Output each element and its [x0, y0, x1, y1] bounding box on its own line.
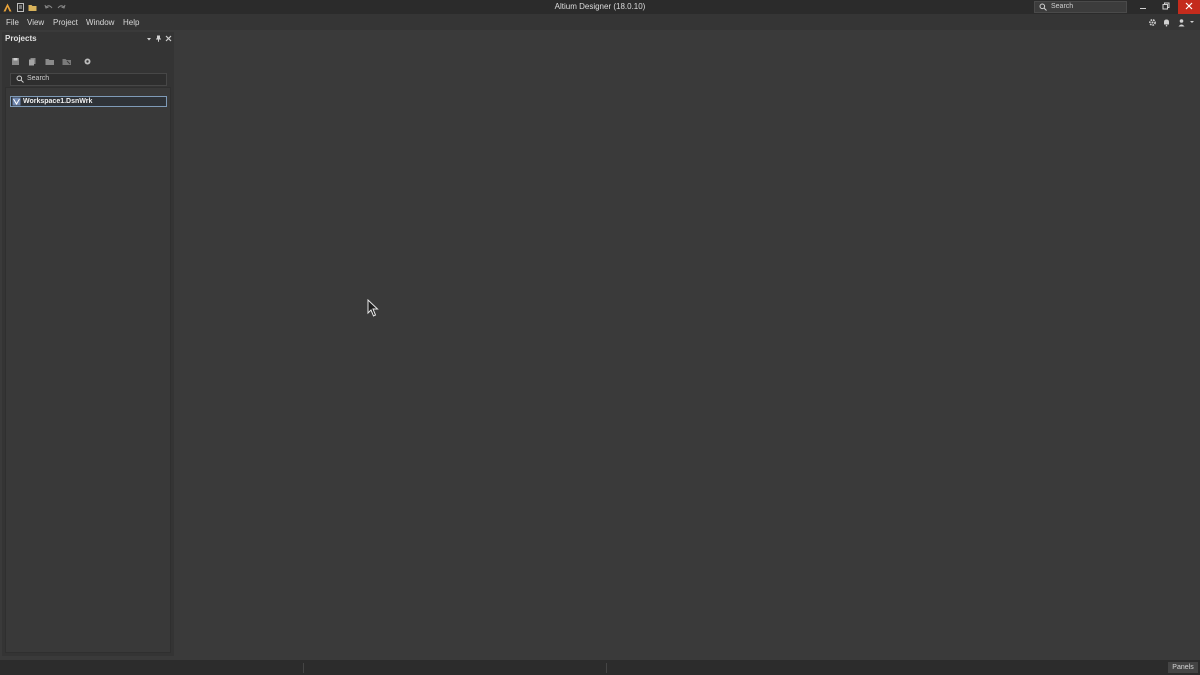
menu-file[interactable]: File — [6, 18, 19, 27]
global-search-input[interactable]: Search — [1034, 1, 1127, 13]
search-icon — [1039, 3, 1047, 13]
mouse-pointer-icon — [367, 298, 379, 319]
status-divider — [606, 663, 607, 673]
restore-button[interactable] — [1155, 0, 1177, 14]
settings-gear-icon[interactable] — [1147, 17, 1157, 27]
projects-search-input[interactable]: Search — [10, 73, 167, 86]
workspace-icon — [12, 97, 21, 106]
user-account-icon[interactable] — [1176, 17, 1186, 27]
project-options-gear-icon[interactable] — [82, 56, 93, 67]
close-button[interactable] — [1178, 0, 1200, 14]
projects-panel-header: Projects — [2, 32, 174, 45]
title-bar: Altium Designer (18.0.10) Search — [0, 0, 1200, 14]
menu-help[interactable]: Help — [123, 18, 139, 27]
menu-window[interactable]: Window — [86, 18, 114, 27]
minimize-icon — [1139, 2, 1147, 12]
altium-logo-icon[interactable] — [2, 2, 12, 12]
status-bar — [0, 660, 1200, 675]
notifications-bell-icon[interactable] — [1161, 17, 1171, 27]
menu-view[interactable]: View — [27, 18, 44, 27]
document-workspace[interactable] — [177, 32, 1200, 658]
open-folder-icon[interactable] — [28, 2, 38, 12]
projects-search-placeholder: Search — [27, 75, 50, 82]
panel-close-icon[interactable] — [164, 34, 173, 43]
minimize-button[interactable] — [1132, 0, 1154, 14]
projects-panel-title: Projects — [5, 34, 37, 43]
close-icon — [1185, 2, 1193, 12]
close-project-folder-icon[interactable] — [61, 56, 72, 67]
copy-document-icon[interactable] — [27, 56, 38, 67]
tree-item-workspace[interactable]: Workspace1.DsnWrk — [10, 96, 167, 107]
redo-icon[interactable] — [56, 2, 66, 12]
save-project-icon[interactable] — [10, 56, 21, 67]
new-document-icon[interactable] — [15, 2, 25, 12]
global-search-placeholder: Search — [1051, 3, 1074, 10]
projects-panel: Projects Search Workspace1.DsnWrk — [2, 32, 174, 656]
window-title: Altium Designer (18.0.10) — [554, 2, 646, 11]
tree-item-label: Workspace1.DsnWrk — [23, 98, 93, 105]
panel-pin-icon[interactable] — [154, 34, 163, 43]
panels-button[interactable]: Panels — [1168, 662, 1198, 673]
status-divider — [303, 663, 304, 673]
restore-icon — [1162, 2, 1170, 12]
user-menu-chevron-down-icon[interactable] — [1187, 17, 1197, 27]
search-icon — [16, 75, 24, 85]
projects-tree — [5, 87, 171, 653]
menu-bar: File View Project Window Help — [0, 14, 1200, 30]
undo-icon[interactable] — [43, 2, 53, 12]
open-project-folder-icon[interactable] — [44, 56, 55, 67]
menu-project[interactable]: Project — [53, 18, 78, 27]
panel-menu-chevron-down-icon[interactable] — [144, 34, 153, 43]
